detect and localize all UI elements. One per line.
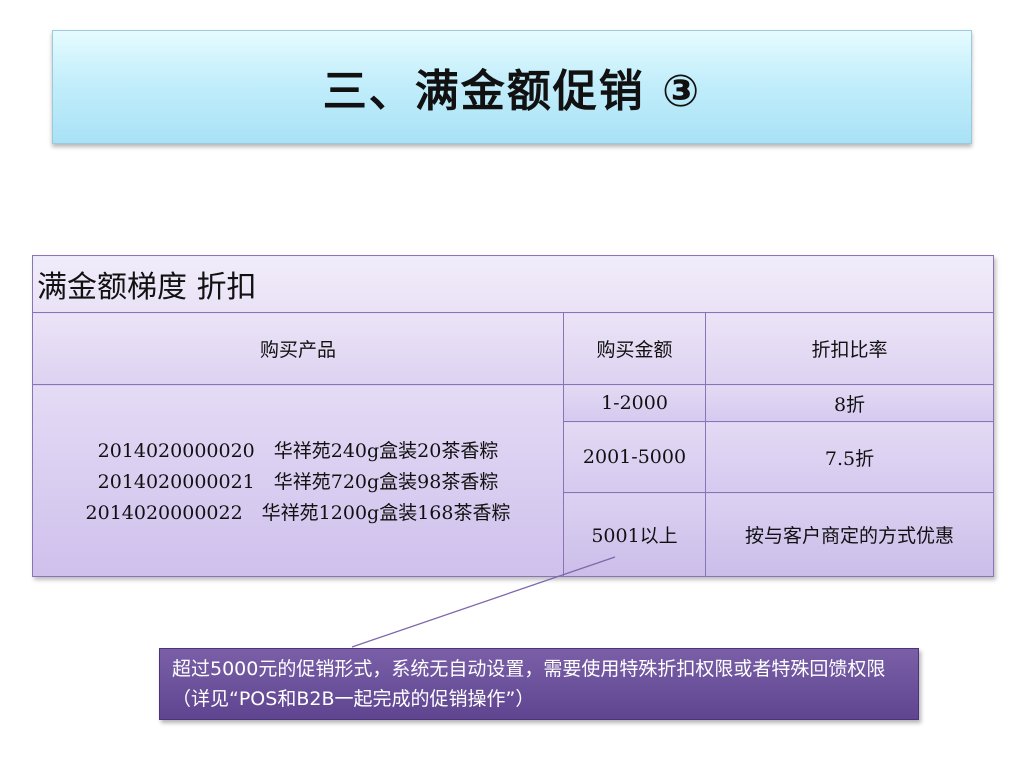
table-caption: 满金额梯度 折扣 [31,255,995,313]
tier-rate: 按与客户商定的方式优惠 [704,492,995,577]
tier-amount: 2001-5000 [563,421,706,493]
page-title: 三、满金额促销 ③ [322,66,702,117]
title-banner: 三、满金额促销 ③ [52,30,972,144]
tier-rate: 8折 [704,384,995,422]
tier-rate: 7.5折 [704,421,995,493]
product-line: 2014020000021 华祥苑720g盒装98茶香粽 [97,471,499,493]
header-product: 购买产品 [32,312,564,385]
note-callout: 超过5000元的促销形式，系统无自动设置，需要使用特殊折扣权限或者特殊回馈权限（… [159,648,919,720]
product-list-cell: 2014020000020 华祥苑240g盒装20茶香粽 201402000002… [32,384,564,577]
table-row: 2014020000020 华祥苑240g盒装20茶香粽 201402000002… [32,384,995,577]
product-line: 2014020000022 华祥苑1200g盒装168茶香粽 [85,502,511,524]
header-amount: 购买金额 [563,312,706,385]
table-header-row: 购买产品 购买金额 折扣比率 [32,312,995,385]
tier-amount: 5001以上 [563,492,706,577]
table-caption-row: 满金额梯度 折扣 [31,255,995,313]
product-line: 2014020000020 华祥苑240g盒装20茶香粽 [97,440,499,462]
tier-amount: 1-2000 [563,384,706,422]
header-rate: 折扣比率 [704,312,995,385]
promotion-table: 满金额梯度 折扣 购买产品 购买金额 折扣比率 2014020000020 华祥… [31,255,995,577]
